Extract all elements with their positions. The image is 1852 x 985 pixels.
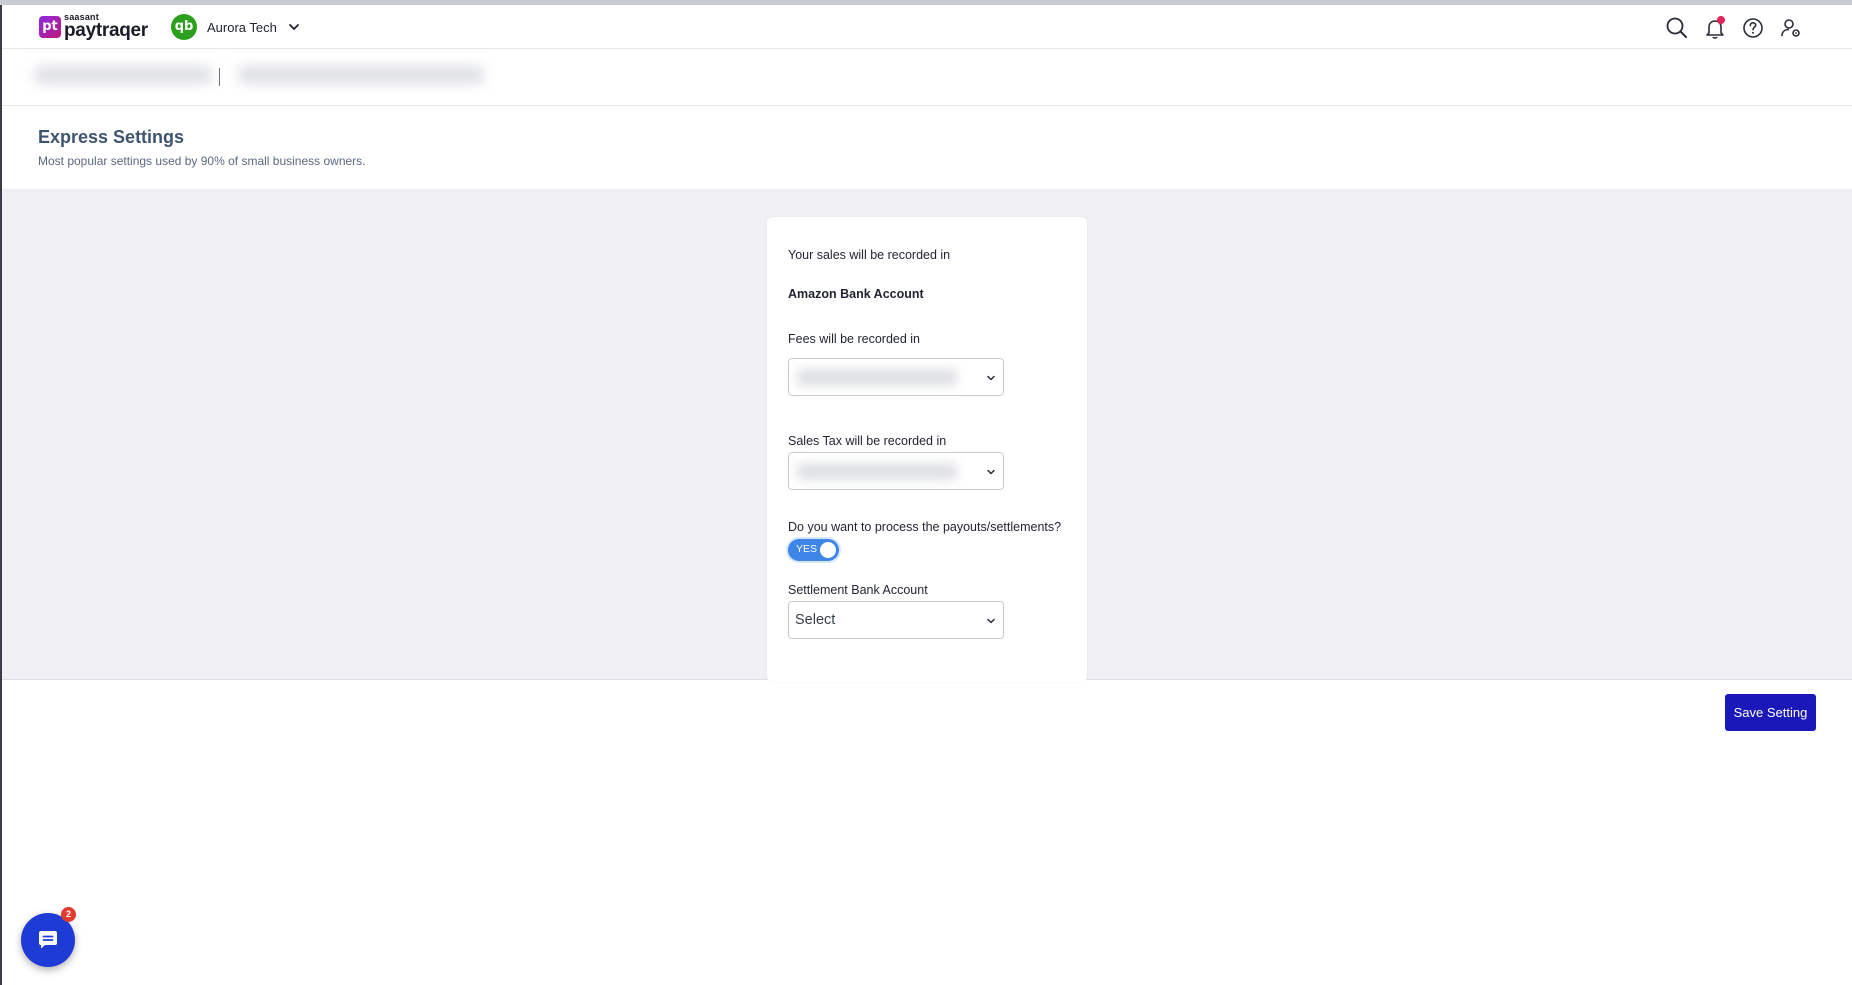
page-subtitle: Most popular settings used by 90% of sma… [38,154,366,168]
settlement-label: Settlement Bank Account [788,583,928,597]
fees-account-select[interactable] [788,358,1004,396]
chevron-down-icon [987,469,995,475]
notification-dot [1717,16,1725,24]
settlement-select-value: Select [795,612,836,628]
toggle-state-label: YES [796,543,818,555]
chevron-down-icon [987,375,995,381]
breadcrumb-separator [219,68,220,86]
fees-label: Fees will be recorded in [788,332,921,346]
app-header: pt saasant paytraqer qb Aurora Tech [2,5,1852,49]
express-settings-card: Your sales will be recorded in Amazon Ba… [767,217,1087,682]
logo-big-text: paytraqer [64,20,148,41]
breadcrumb-item-redacted[interactable] [34,66,212,84]
sales-tax-label: Sales Tax will be recorded in [788,434,947,448]
fees-account-redacted-value [797,369,957,386]
app-logo[interactable]: pt saasant paytraqer [39,13,148,40]
chevron-down-icon [987,618,995,624]
chevron-down-icon [288,24,299,30]
sales-tax-account-redacted-value [797,463,957,480]
company-name: Aurora Tech [207,19,277,35]
settlement-account-select[interactable]: Select [788,601,1004,639]
sales-tax-account-select[interactable] [788,452,1004,490]
breadcrumb-item-redacted[interactable] [238,66,484,84]
chat-unread-badge: 2 [61,907,76,922]
logo-text: saasant paytraqer [64,13,148,41]
breadcrumb [2,50,1852,106]
page-title: Express Settings [38,127,185,147]
quickbooks-icon: qb [171,14,197,40]
logo-mark: pt [39,15,61,38]
toggle-knob [820,542,836,558]
chat-icon [39,931,57,949]
user-settings-icon[interactable] [1778,15,1804,41]
sales-account-value: Amazon Bank Account [788,287,924,301]
sales-label: Your sales will be recorded in [788,248,951,262]
payout-question: Do you want to process the payouts/settl… [788,520,1062,534]
search-icon[interactable] [1664,15,1690,41]
chat-launcher[interactable]: 2 [21,907,76,967]
company-switcher[interactable]: qb Aurora Tech [171,14,301,40]
save-setting-button[interactable]: Save Setting [1725,694,1816,731]
payout-toggle[interactable]: YES [788,539,839,561]
page-title-bar: Express Settings Most popular settings u… [2,107,1852,189]
help-icon[interactable] [1740,15,1766,41]
bell-icon[interactable] [1702,15,1728,41]
